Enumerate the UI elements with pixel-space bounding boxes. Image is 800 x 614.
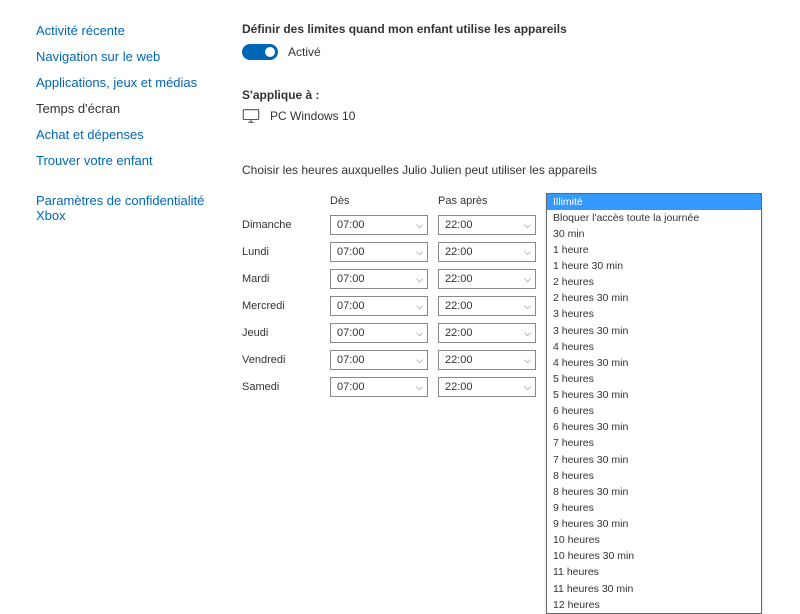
from-time-select[interactable]: 07:00⌵ xyxy=(330,242,428,262)
device-row: PC Windows 10 xyxy=(242,109,800,123)
limit-option[interactable]: 7 heures xyxy=(547,436,761,452)
day-label: Lundi xyxy=(242,246,330,258)
chevron-down-icon: ⌵ xyxy=(524,220,531,231)
chevron-down-icon: ⌵ xyxy=(416,355,423,366)
day-label: Jeudi xyxy=(242,327,330,339)
chevron-down-icon: ⌵ xyxy=(524,382,531,393)
limit-option[interactable]: 12 heures xyxy=(547,597,761,613)
limit-option[interactable]: 11 heures xyxy=(547,565,761,581)
day-label: Mardi xyxy=(242,273,330,285)
sidebar-item-spending[interactable]: Achat et dépenses xyxy=(36,124,226,145)
limit-option[interactable]: Illimité xyxy=(547,194,761,210)
limit-option[interactable]: 6 heures xyxy=(547,404,761,420)
limit-option[interactable]: 3 heures xyxy=(547,307,761,323)
sidebar: Activité récente Navigation sur le web A… xyxy=(36,20,226,404)
main-content: Définir des limites quand mon enfant uti… xyxy=(226,20,800,404)
to-time-select[interactable]: 22:00⌵ xyxy=(438,323,536,343)
limit-option[interactable]: 6 heures 30 min xyxy=(547,420,761,436)
limit-option[interactable]: 2 heures xyxy=(547,275,761,291)
limit-option[interactable]: 10 heures 30 min xyxy=(547,549,761,565)
limit-option[interactable]: 7 heures 30 min xyxy=(547,452,761,468)
to-time-select[interactable]: 22:00⌵ xyxy=(438,269,536,289)
schedule-table: Dès Pas après Limite quotidienne sur cet… xyxy=(242,195,800,397)
limit-option[interactable]: 2 heures 30 min xyxy=(547,291,761,307)
from-time-select[interactable]: 07:00⌵ xyxy=(330,377,428,397)
day-label: Vendredi xyxy=(242,354,330,366)
from-time-select[interactable]: 07:00⌵ xyxy=(330,323,428,343)
sidebar-item-apps-games[interactable]: Applications, jeux et médias xyxy=(36,72,226,93)
from-time-select[interactable]: 07:00⌵ xyxy=(330,296,428,316)
to-time-select[interactable]: 22:00⌵ xyxy=(438,350,536,370)
to-time-select[interactable]: 22:00⌵ xyxy=(438,296,536,316)
sidebar-item-screen-time[interactable]: Temps d'écran xyxy=(36,98,226,119)
header-from: Dès xyxy=(330,195,438,207)
limit-option[interactable]: Bloquer l'accès toute la journée xyxy=(547,210,761,226)
schedule-title: Choisir les heures auxquelles Julio Juli… xyxy=(242,163,800,177)
limit-option[interactable]: 9 heures 30 min xyxy=(547,517,761,533)
day-label: Mercredi xyxy=(242,300,330,312)
limits-toggle-label: Activé xyxy=(288,45,321,59)
chevron-down-icon: ⌵ xyxy=(416,220,423,231)
chevron-down-icon: ⌵ xyxy=(416,328,423,339)
limit-option[interactable]: 11 heures 30 min xyxy=(547,581,761,597)
limit-option[interactable]: 9 heures xyxy=(547,500,761,516)
from-time-select[interactable]: 07:00⌵ xyxy=(330,350,428,370)
monitor-icon xyxy=(242,109,260,123)
limits-title: Définir des limites quand mon enfant uti… xyxy=(242,22,800,36)
limit-option[interactable]: 4 heures xyxy=(547,339,761,355)
limit-option[interactable]: 30 min xyxy=(547,226,761,242)
limits-toggle[interactable] xyxy=(242,44,278,60)
sidebar-item-web-browsing[interactable]: Navigation sur le web xyxy=(36,46,226,67)
device-name: PC Windows 10 xyxy=(270,109,355,123)
applies-to-title: S'applique à : xyxy=(242,88,800,102)
limit-option[interactable]: 1 heure 30 min xyxy=(547,259,761,275)
chevron-down-icon: ⌵ xyxy=(524,355,531,366)
limit-option[interactable]: 8 heures 30 min xyxy=(547,484,761,500)
chevron-down-icon: ⌵ xyxy=(524,274,531,285)
sidebar-item-recent-activity[interactable]: Activité récente xyxy=(36,20,226,41)
to-time-select[interactable]: 22:00⌵ xyxy=(438,242,536,262)
day-label: Samedi xyxy=(242,381,330,393)
header-to: Pas après xyxy=(438,195,546,207)
chevron-down-icon: ⌵ xyxy=(524,247,531,258)
limit-option[interactable]: 10 heures xyxy=(547,533,761,549)
chevron-down-icon: ⌵ xyxy=(524,328,531,339)
sidebar-item-find-child[interactable]: Trouver votre enfant xyxy=(36,150,226,171)
limit-option[interactable]: 5 heures xyxy=(547,371,761,387)
limit-option[interactable]: 5 heures 30 min xyxy=(547,388,761,404)
chevron-down-icon: ⌵ xyxy=(416,382,423,393)
limit-option[interactable]: 1 heure xyxy=(547,242,761,258)
limit-option[interactable]: 8 heures xyxy=(547,468,761,484)
from-time-select[interactable]: 07:00⌵ xyxy=(330,269,428,289)
chevron-down-icon: ⌵ xyxy=(416,247,423,258)
limit-option[interactable]: 4 heures 30 min xyxy=(547,355,761,371)
from-time-select[interactable]: 07:00⌵ xyxy=(330,215,428,235)
chevron-down-icon: ⌵ xyxy=(524,301,531,312)
to-time-select[interactable]: 22:00⌵ xyxy=(438,377,536,397)
chevron-down-icon: ⌵ xyxy=(416,274,423,285)
limit-dropdown[interactable]: IllimitéBloquer l'accès toute la journée… xyxy=(546,193,762,614)
chevron-down-icon: ⌵ xyxy=(416,301,423,312)
limit-option[interactable]: 3 heures 30 min xyxy=(547,323,761,339)
day-label: Dimanche xyxy=(242,219,330,231)
sidebar-item-xbox-privacy[interactable]: Paramètres de confidentialité Xbox xyxy=(36,190,226,226)
to-time-select[interactable]: 22:00⌵ xyxy=(438,215,536,235)
